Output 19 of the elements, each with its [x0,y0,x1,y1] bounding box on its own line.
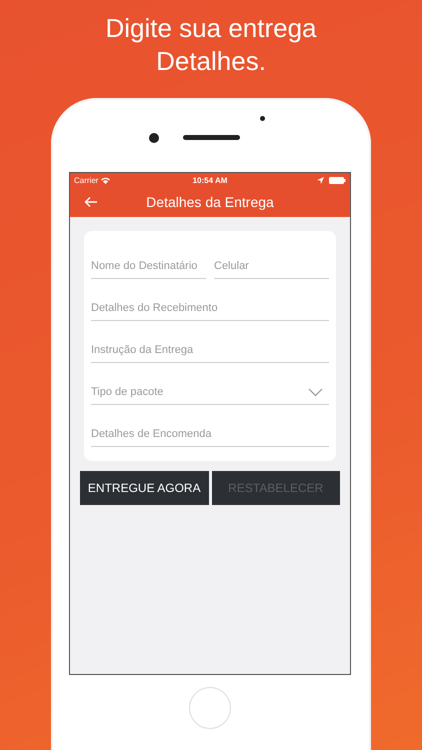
speaker-icon [183,135,240,140]
screen-title: Detalhes da Entrega [146,194,274,210]
sensor-icon [260,116,265,121]
submit-button[interactable]: ENTREGUE AGORA [80,471,208,505]
input-field[interactable]: Celular [214,253,329,279]
battery-icon [329,176,346,184]
dropdown-field[interactable]: Tipo de pacote [91,379,329,405]
wifi-icon [101,176,110,184]
status-time: 10:54 AM [192,176,228,184]
location-icon [317,176,324,184]
carrier-label: Carrier [74,176,98,184]
input-field[interactable]: Detalhes de Encomenda [91,421,329,447]
input-field[interactable]: Nome do Destinatário [91,253,206,279]
camera-icon [149,133,159,143]
back-arrow-icon[interactable] [84,196,98,208]
chevron-down-icon[interactable] [308,388,323,397]
input-field[interactable]: Instrução da Entrega [91,337,329,363]
headline: Digite sua entrega Detalhes. [104,12,318,78]
input-field[interactable]: Detalhes do Recebimento [91,295,329,321]
